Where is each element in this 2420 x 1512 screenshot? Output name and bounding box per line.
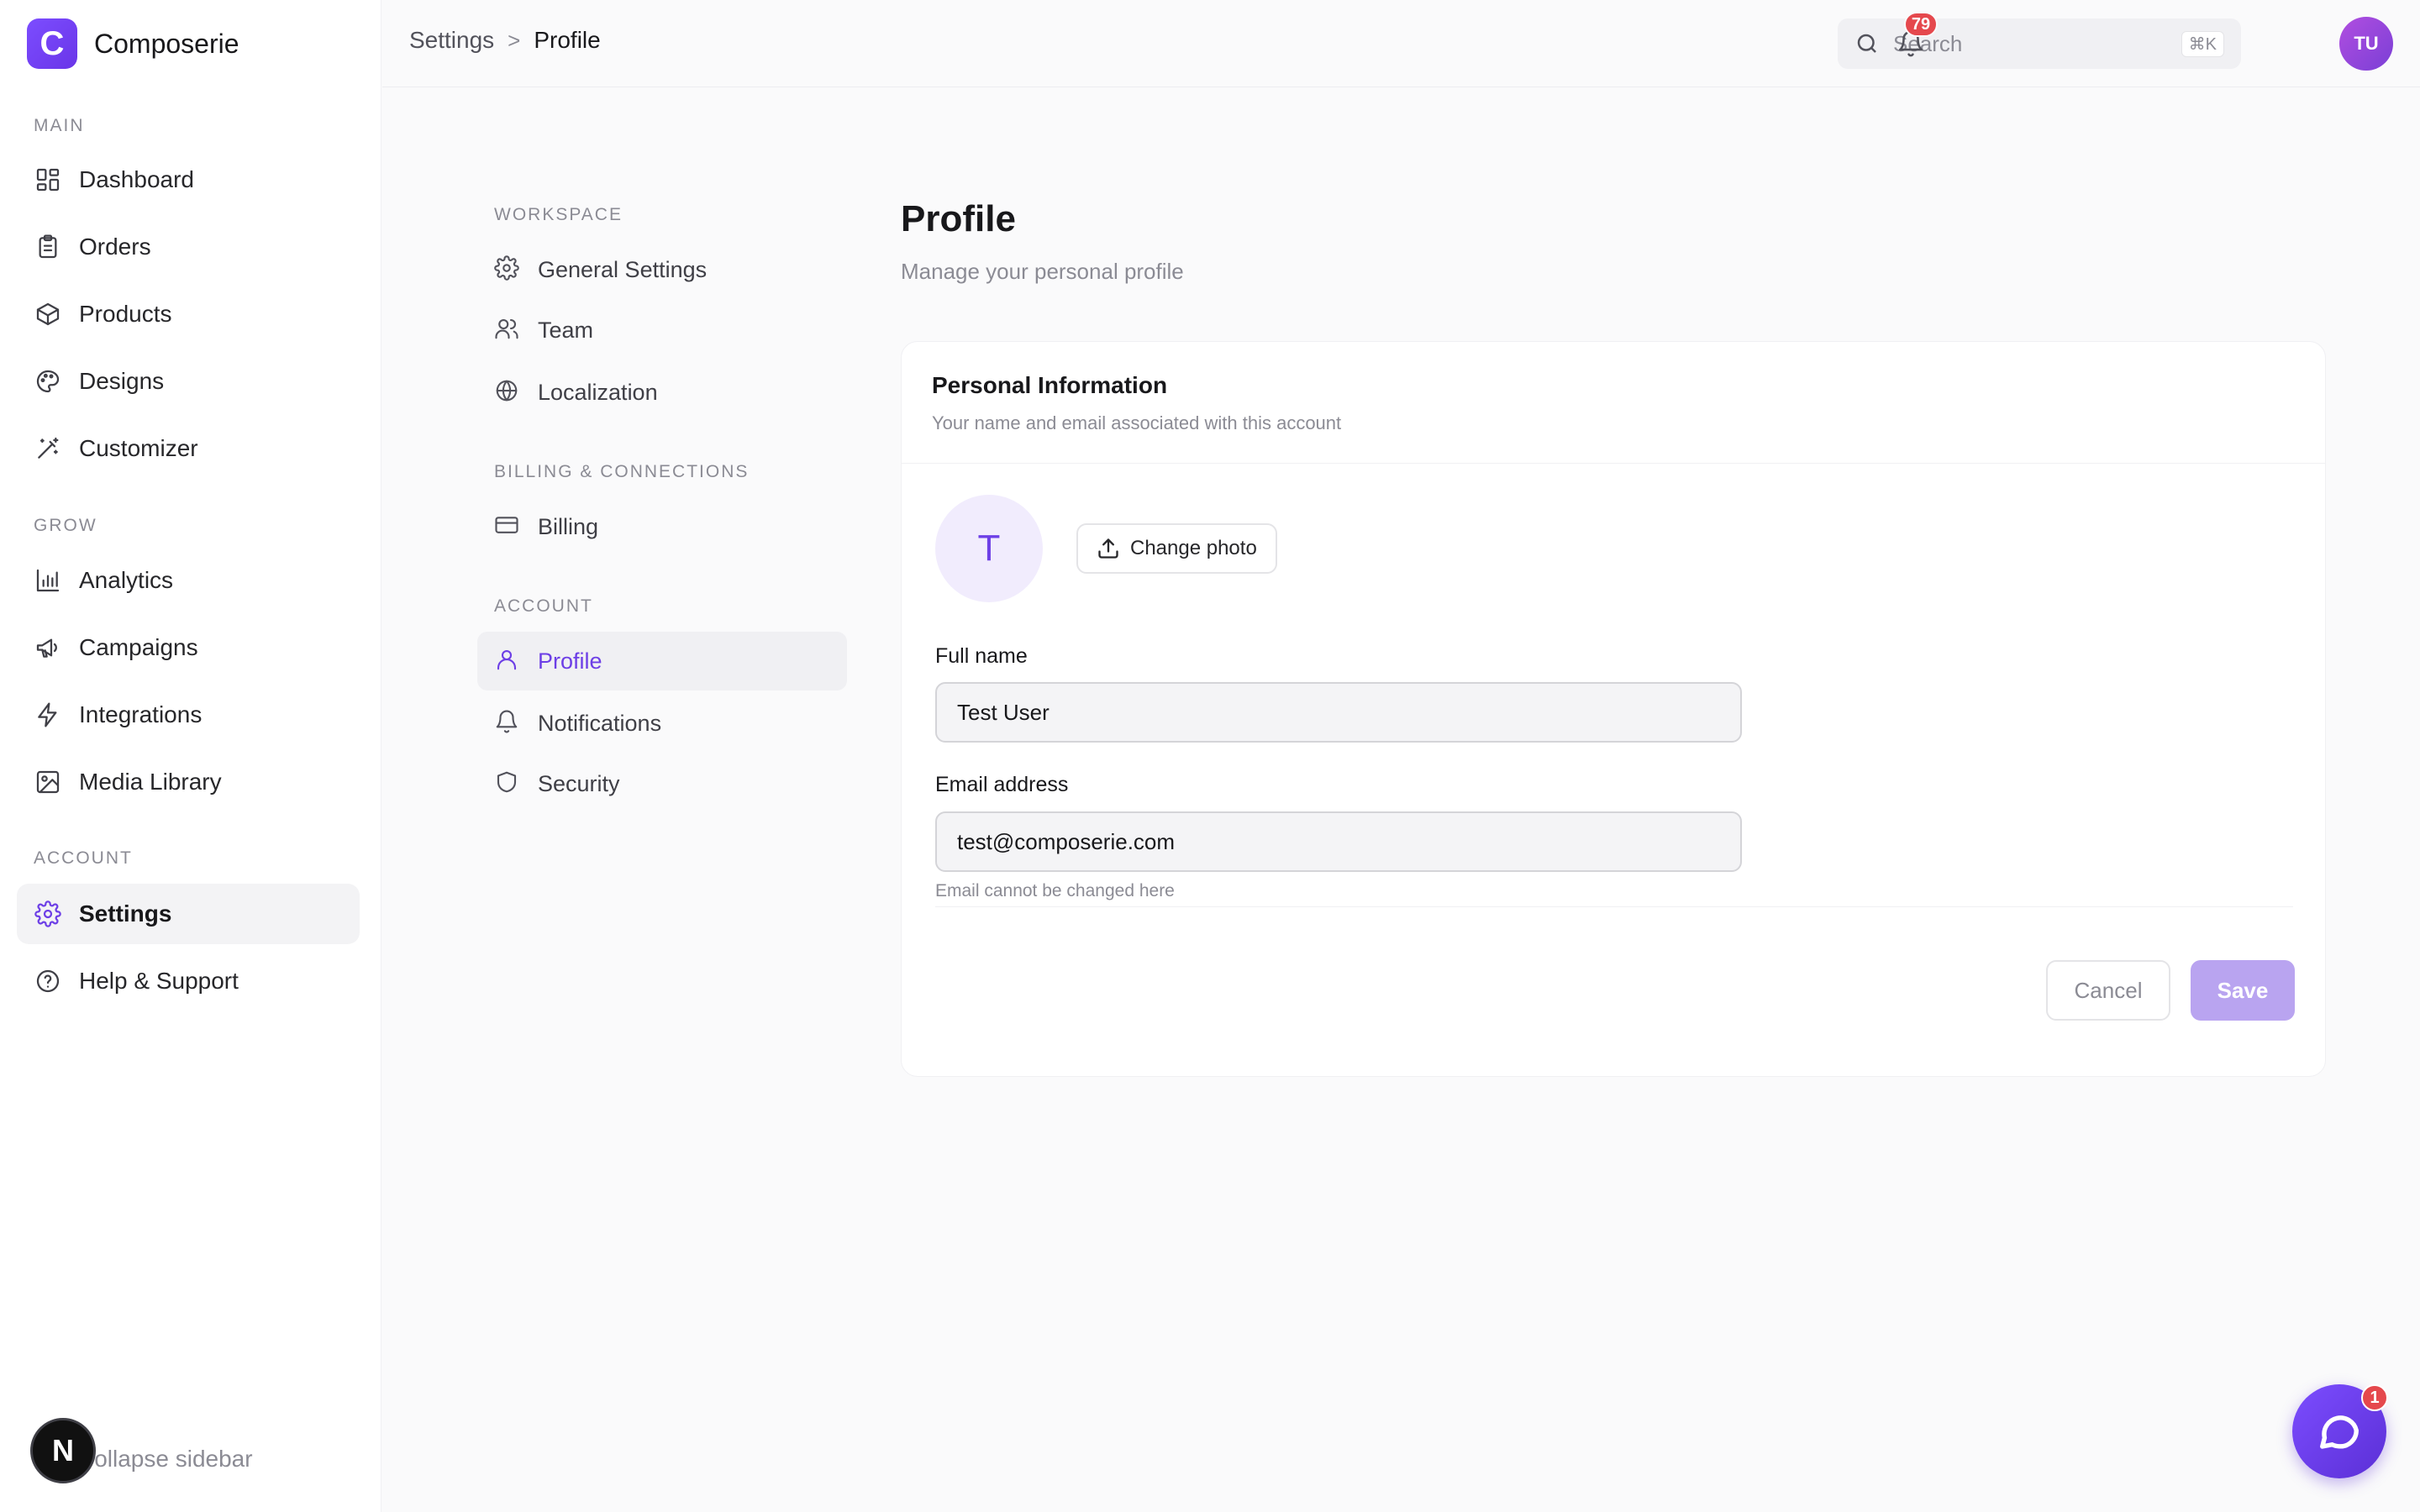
chat-bubble-icon	[2320, 1415, 2359, 1449]
settings-nav-label: General Settings	[538, 256, 708, 282]
settings-section-billing: BILLING & CONNECTIONS	[494, 462, 750, 481]
breadcrumb-settings[interactable]: Settings	[409, 27, 494, 54]
topbar: Settings > Profile Search ⌘K	[382, 0, 2420, 87]
user-icon	[494, 647, 519, 676]
dashboard-icon	[34, 165, 62, 194]
chat-unread-badge: 1	[2361, 1384, 2388, 1411]
sidebar-item-label: Help & Support	[79, 968, 239, 994]
image-icon	[34, 768, 62, 796]
search-icon	[1857, 34, 1876, 53]
gear-icon	[494, 255, 519, 285]
cancel-button[interactable]: Cancel	[2046, 960, 2170, 1021]
change-photo-button[interactable]: Change photo	[1076, 523, 1277, 574]
users-icon	[494, 316, 519, 345]
divider	[902, 463, 2325, 464]
sidebar-item-label: Dashboard	[79, 166, 194, 192]
settings-nav-label: Profile	[538, 648, 602, 674]
collapse-sidebar-label: Collapse sidebar	[77, 1446, 253, 1472]
sidebar-item-designs[interactable]: Designs	[17, 351, 360, 412]
full-name-field[interactable]	[935, 682, 1742, 743]
sidebar-item-customizer[interactable]: Customizer	[17, 418, 360, 479]
sidebar-section-account: ACCOUNT	[34, 848, 133, 868]
help-circle-icon	[34, 967, 62, 995]
user-avatar[interactable]: TU	[2339, 17, 2393, 71]
settings-nav-notifications[interactable]: Notifications	[477, 694, 847, 753]
breadcrumb-current: Profile	[534, 27, 601, 53]
divider	[935, 906, 2293, 907]
bell-icon	[494, 709, 519, 738]
sidebar-item-label: Customizer	[79, 435, 198, 461]
gear-icon	[34, 900, 62, 928]
sidebar-item-label: Integrations	[79, 701, 203, 727]
globe-icon	[494, 378, 519, 407]
email-help-text: Email cannot be changed here	[935, 881, 1175, 900]
box-icon	[34, 300, 62, 328]
settings-nav-security[interactable]: Security	[477, 754, 847, 813]
full-name-label: Full name	[935, 644, 1028, 668]
sidebar-item-integrations[interactable]: Integrations	[17, 685, 360, 745]
credit-card-icon	[494, 512, 519, 542]
notifications-badge: 79	[1904, 12, 1938, 37]
lightning-icon	[34, 701, 62, 729]
sidebar-item-label: Settings	[79, 900, 172, 927]
save-button[interactable]: Save	[2191, 960, 2295, 1021]
settings-section-workspace: WORKSPACE	[494, 205, 623, 224]
settings-nav-label: Notifications	[538, 710, 662, 736]
sidebar-item-label: Designs	[79, 368, 165, 394]
breadcrumb-separator: >	[508, 27, 521, 53]
megaphone-icon	[34, 633, 62, 662]
sidebar-item-label: Campaigns	[79, 634, 198, 660]
bar-chart-icon	[34, 566, 62, 595]
palette-icon	[34, 367, 62, 396]
sidebar-item-media-library[interactable]: Media Library	[17, 752, 360, 812]
brand[interactable]: C Composerie	[27, 18, 239, 69]
sidebar-item-label: Media Library	[79, 769, 222, 795]
settings-nav-profile[interactable]: Profile	[477, 632, 847, 690]
email-label: Email address	[935, 773, 1069, 796]
shield-icon	[494, 769, 519, 799]
personal-info-card: Personal Information Your name and email…	[901, 341, 2326, 1077]
settings-nav-label: Billing	[538, 513, 599, 539]
sidebar-item-analytics[interactable]: Analytics	[17, 550, 360, 611]
page-subtitle: Manage your personal profile	[901, 259, 1184, 284]
profile-avatar: T	[935, 495, 1043, 602]
page-title: Profile	[901, 198, 1016, 239]
sidebar-item-label: Products	[79, 301, 172, 327]
card-title: Personal Information	[932, 372, 1168, 398]
sidebar-item-label: Analytics	[79, 567, 174, 593]
sidebar-item-products[interactable]: Products	[17, 284, 360, 344]
card-description: Your name and email associated with this…	[932, 412, 1342, 433]
email-field[interactable]	[935, 811, 1742, 872]
settings-nav-team[interactable]: Team	[477, 301, 847, 360]
search-placeholder: Search	[1893, 30, 1963, 56]
brand-logo: C	[27, 18, 77, 69]
settings-nav-label: Team	[538, 317, 594, 343]
brand-name: Composerie	[94, 28, 239, 59]
sidebar-item-dashboard[interactable]: Dashboard	[17, 150, 360, 210]
sidebar-item-label: Orders	[79, 234, 151, 260]
sidebar-section-grow: GROW	[34, 516, 97, 535]
change-photo-label: Change photo	[1130, 537, 1257, 559]
settings-nav-general[interactable]: General Settings	[477, 240, 847, 299]
settings-nav-billing[interactable]: Billing	[477, 497, 847, 556]
sidebar-item-campaigns[interactable]: Campaigns	[17, 617, 360, 678]
settings-nav-label: Localization	[538, 379, 658, 405]
clipboard-icon	[34, 233, 62, 261]
card-header: Personal Information Your name and email…	[932, 372, 1341, 434]
breadcrumb: Settings > Profile	[409, 27, 601, 54]
settings-nav-localization[interactable]: Localization	[477, 363, 847, 422]
sidebar-item-help-support[interactable]: Help & Support	[17, 951, 360, 1011]
wand-icon	[34, 434, 62, 463]
search-shortcut: ⌘K	[2181, 30, 2224, 57]
upload-icon	[1098, 538, 1118, 559]
sidebar-item-settings[interactable]: Settings	[17, 884, 360, 944]
dev-tools-badge[interactable]: N	[30, 1418, 96, 1483]
settings-section-account: ACCOUNT	[494, 596, 593, 616]
sidebar: C Composerie MAIN Dashboard Orders Produ…	[0, 0, 381, 1512]
sidebar-section-main: MAIN	[34, 116, 85, 135]
sidebar-item-orders[interactable]: Orders	[17, 217, 360, 277]
settings-nav-label: Security	[538, 770, 620, 796]
